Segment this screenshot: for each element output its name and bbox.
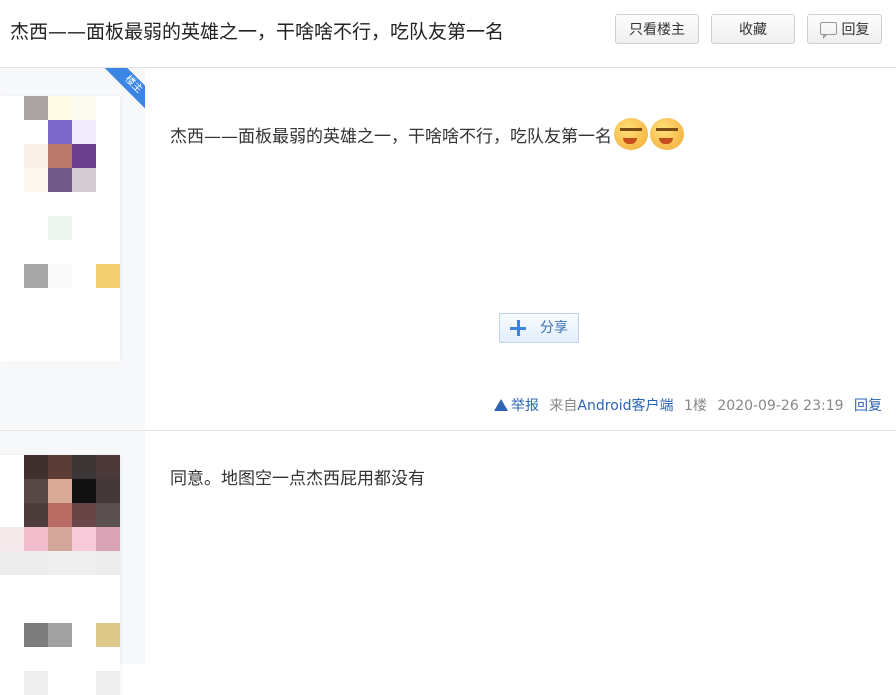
user-medal-icon bbox=[96, 623, 120, 647]
post-text: 杰西——面板最弱的英雄之一，干啥啥不行，吃队友第一名 bbox=[170, 127, 612, 147]
user-card bbox=[0, 96, 120, 362]
op-badge: 楼主 bbox=[100, 68, 145, 113]
post-meta: 举报 来自Android客户端 1楼 2020-09-26 23:19 回复 bbox=[488, 395, 882, 415]
client-link[interactable]: Android客户端 bbox=[577, 398, 673, 414]
angry-emoji-icon bbox=[650, 118, 684, 150]
user-medal-icon bbox=[24, 623, 48, 647]
comment-icon bbox=[819, 22, 837, 39]
reply-button-label: 回复 bbox=[841, 22, 870, 38]
user-medal-icon bbox=[24, 264, 48, 288]
favorite-button[interactable]: 收藏 bbox=[711, 14, 795, 44]
only-op-button[interactable]: 只看楼主 bbox=[615, 14, 699, 44]
user-card bbox=[0, 455, 120, 695]
post-floor-2: 同意。地图空一点杰西屁用都没有 bbox=[0, 431, 896, 695]
angry-emoji-icon bbox=[614, 118, 648, 150]
post-content: 杰西——面板最弱的英雄之一，干啥啥不行，吃队友第一名 bbox=[170, 118, 684, 150]
post-text: 同意。地图空一点杰西屁用都没有 bbox=[170, 469, 425, 489]
post-floor-1: 楼主 杰西——面板最弱的英雄之一，干啥啥不行，吃队友第一名 分享 举报 来自An… bbox=[0, 68, 896, 431]
plus-icon bbox=[510, 320, 526, 336]
user-medal-icon bbox=[96, 671, 120, 695]
user-medal-icon bbox=[24, 671, 48, 695]
user-sidebar bbox=[0, 431, 145, 695]
user-medal-icon bbox=[48, 264, 72, 288]
user-sidebar: 楼主 bbox=[0, 68, 145, 430]
reply-button[interactable]: 回复 bbox=[807, 14, 882, 44]
share-label: 分享 bbox=[540, 320, 568, 336]
thread-title: 杰西——面板最弱的英雄之一，干啥啥不行，吃队友第一名 bbox=[10, 21, 505, 43]
reply-link[interactable]: 回复 bbox=[854, 398, 882, 414]
source-text: 来自Android客户端 bbox=[549, 398, 674, 414]
report-link[interactable]: 举报 bbox=[493, 398, 539, 414]
floor-number: 1楼 bbox=[684, 398, 707, 414]
post-time: 2020-09-26 23:19 bbox=[717, 398, 844, 414]
share-button[interactable]: 分享 bbox=[499, 313, 579, 343]
user-medal-icon bbox=[48, 623, 72, 647]
thread-header: 杰西——面板最弱的英雄之一，干啥啥不行，吃队友第一名 只看楼主 收藏 回复 bbox=[0, 0, 896, 68]
user-level-badge bbox=[48, 216, 72, 240]
warning-icon bbox=[493, 399, 508, 411]
user-medal-icon bbox=[96, 264, 120, 288]
